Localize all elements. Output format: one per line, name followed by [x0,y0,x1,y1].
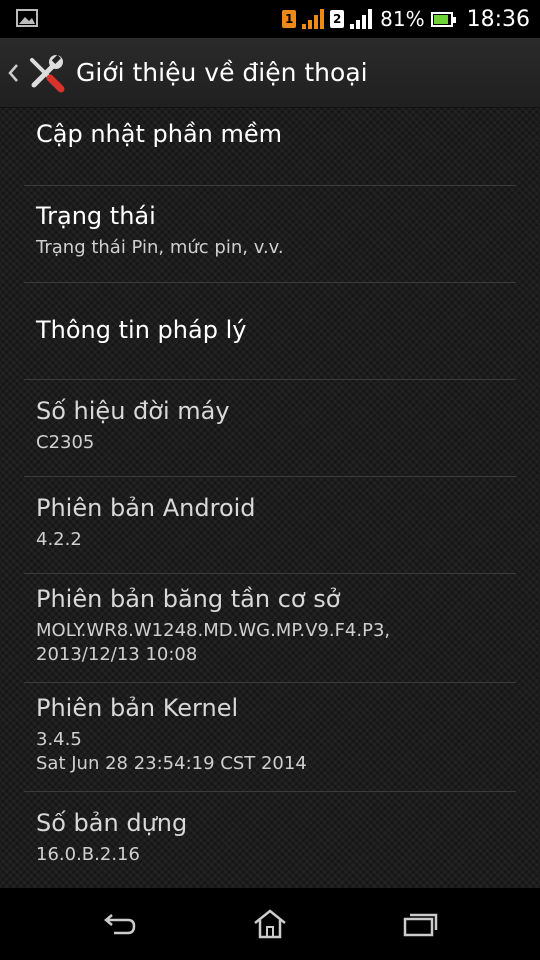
item-title: Phiên bản Kernel [36,694,239,722]
sim1-icon: 1 [282,10,297,28]
list-item-baseband-version: Phiên bản băng tần cơ sở MOLY.WR8.W1248.… [36,585,516,667]
divider [24,379,516,380]
divider [24,282,516,283]
divider [24,185,516,186]
list-item-model-number: Số hiệu đời máy C2305 [36,397,516,455]
back-icon [104,914,136,935]
battery-percent: 81% [380,7,425,31]
page-title: Giới thiệu về điện thoại [76,58,368,87]
navigation-bar [0,888,540,960]
signal-icon [302,9,325,29]
battery-icon [430,11,456,27]
list-item-software-update[interactable]: Cập nhật phần mềm [36,120,516,148]
item-value: 4.2.2 [36,529,82,550]
list-item-android-version[interactable]: Phiên bản Android 4.2.2 [36,494,516,552]
item-value: MOLY.WR8.W1248.MD.WG.MP.V9.F4.P3, [36,620,391,641]
list-item-build-number[interactable]: Số bản dựng 16.0.B.2.16 [36,809,516,867]
recent-apps-icon [403,913,438,937]
item-value: C2305 [36,432,95,453]
image-notification-icon [16,9,38,31]
item-subtitle: Trạng thái Pin, mức pin, v.v. [36,237,284,258]
home-icon [254,909,286,939]
sim2-icon: 2 [330,10,345,28]
back-button[interactable] [100,906,140,942]
divider [24,682,516,683]
divider [24,476,516,477]
item-value-line2: Sat Jun 28 23:54:19 CST 2014 [36,753,307,774]
status-bar: 1 2 81% 18:36 [0,0,540,38]
clock: 18:36 [466,6,530,32]
signal-icon [350,9,373,29]
item-title: Cập nhật phần mềm [36,120,283,148]
item-title: Phiên bản băng tần cơ sở [36,585,341,613]
divider [24,791,516,792]
item-title: Số hiệu đời máy [36,397,230,425]
list-item-status[interactable]: Trạng thái Trạng thái Pin, mức pin, v.v. [36,202,516,260]
tools-icon [30,54,65,92]
item-value: 3.4.5 [36,729,82,750]
list-item-kernel-version: Phiên bản Kernel 3.4.5 Sat Jun 28 23:54:… [36,694,516,776]
item-title: Thông tin pháp lý [36,316,247,344]
item-title: Trạng thái [36,202,156,230]
home-button[interactable] [250,906,290,942]
item-value-line2: 2013/12/13 10:08 [36,644,198,665]
action-bar[interactable]: Giới thiệu về điện thoại [0,38,540,108]
settings-list: Cập nhật phần mềm Trạng thái Trạng thái … [0,108,540,888]
chevron-left-icon[interactable] [6,61,20,85]
list-item-legal-info[interactable]: Thông tin pháp lý [36,316,516,344]
item-title: Số bản dựng [36,809,188,837]
divider [24,573,516,574]
item-title: Phiên bản Android [36,494,256,522]
recent-apps-button[interactable] [400,906,440,942]
item-value: 16.0.B.2.16 [36,844,140,865]
